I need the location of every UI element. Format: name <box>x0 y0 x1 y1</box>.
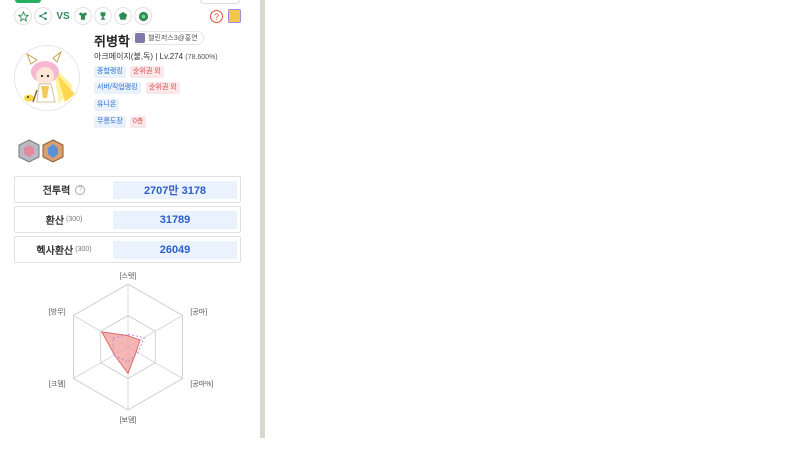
dojo-value: 0층 <box>130 116 147 128</box>
stat-label-text: 헥사환산 <box>36 246 74 257</box>
stat-label: 헥사환산 (300) <box>15 237 113 262</box>
overall-rank-label[interactable]: 종합랭킹 <box>94 66 126 78</box>
dojo-label[interactable]: 무릉도장 <box>94 116 126 128</box>
avatar <box>14 45 80 111</box>
help-icon[interactable]: ? <box>210 10 223 23</box>
help-question-icon[interactable]: ? <box>75 184 86 195</box>
trophy-icon[interactable] <box>94 7 112 25</box>
radar-axis-label: [스탯] <box>120 271 137 280</box>
separator: | <box>155 52 158 61</box>
vs-button[interactable]: VS <box>54 7 72 25</box>
job-name: 아크메이지(불,독) <box>94 52 154 61</box>
union-label[interactable]: 유니온 <box>94 99 120 111</box>
stat-label-text: 전투력 <box>42 186 71 197</box>
panel-divider <box>260 0 265 438</box>
job-level-line: 아크메이지(불,독) | Lv.274 (78.600%) <box>94 51 218 62</box>
vs-label: VS <box>56 10 70 22</box>
radar-axis-label: [방무] <box>49 307 66 316</box>
server-rank-label[interactable]: 서버/직업랭킹 <box>94 82 141 94</box>
legion-emblem-icon[interactable] <box>18 139 40 163</box>
stat-label-sub: (300) <box>66 216 83 223</box>
stat-label: 환산 (300) <box>15 207 113 232</box>
top-pill <box>200 0 240 4</box>
guild-emblem-icon <box>135 33 145 43</box>
stat-value: 26049 <box>113 241 237 259</box>
guild-badge[interactable]: 챌린저스3@홍연 <box>132 31 204 45</box>
level: Lv.274 <box>159 52 184 61</box>
shirt-icon[interactable] <box>74 7 92 25</box>
level-percent: (78.600%) <box>185 54 218 61</box>
circle-badge-icon[interactable] <box>134 7 152 25</box>
stat-row-hexa-conversion: 헥사환산 (300) 26049 <box>14 236 241 263</box>
stat-label-sub: (300) <box>75 246 92 253</box>
character-name: 쥐병학 <box>94 34 130 49</box>
character-panel: VS ? 쥐병학 챌린저스3@홍연 아크메이지(불,독) | Lv.274 (7… <box>0 0 260 438</box>
radar-axis-label: [보뎀] <box>120 415 137 424</box>
stat-radar-chart: [스탯] [공마] [공마%] [보뎀] [크뎀] [방무] <box>49 271 214 424</box>
achievement-emblem-icon[interactable] <box>42 139 64 163</box>
stat-label: 전투력 ? <box>15 177 113 202</box>
server-rank-value: 순위권 외 <box>146 82 180 94</box>
help-label: ? <box>213 11 219 22</box>
share-icon[interactable] <box>34 7 52 25</box>
stat-row-conversion: 환산 (300) 31789 <box>14 206 241 233</box>
medal-icon[interactable] <box>228 9 241 23</box>
radar-axis-label: [크뎀] <box>49 379 66 388</box>
stat-value: 31789 <box>113 211 237 229</box>
star-icon[interactable] <box>14 7 32 25</box>
radar-series-primary <box>100 331 141 375</box>
stat-value: 2707만 3178 <box>113 181 237 199</box>
toolbar: VS <box>14 7 152 27</box>
overall-rank-value: 순위권 외 <box>130 66 164 78</box>
character-image <box>15 46 79 110</box>
active-tab-indicator <box>15 0 41 3</box>
stat-row-combat-power: 전투력 ? 2707만 3178 <box>14 176 241 203</box>
pentagon-icon[interactable] <box>114 7 132 25</box>
guild-name: 챌린저스3@홍연 <box>148 35 198 42</box>
radar-axis-label: [공마%] <box>190 379 213 388</box>
stat-label-text: 환산 <box>45 216 65 227</box>
radar-axis-label: [공마] <box>190 307 207 316</box>
